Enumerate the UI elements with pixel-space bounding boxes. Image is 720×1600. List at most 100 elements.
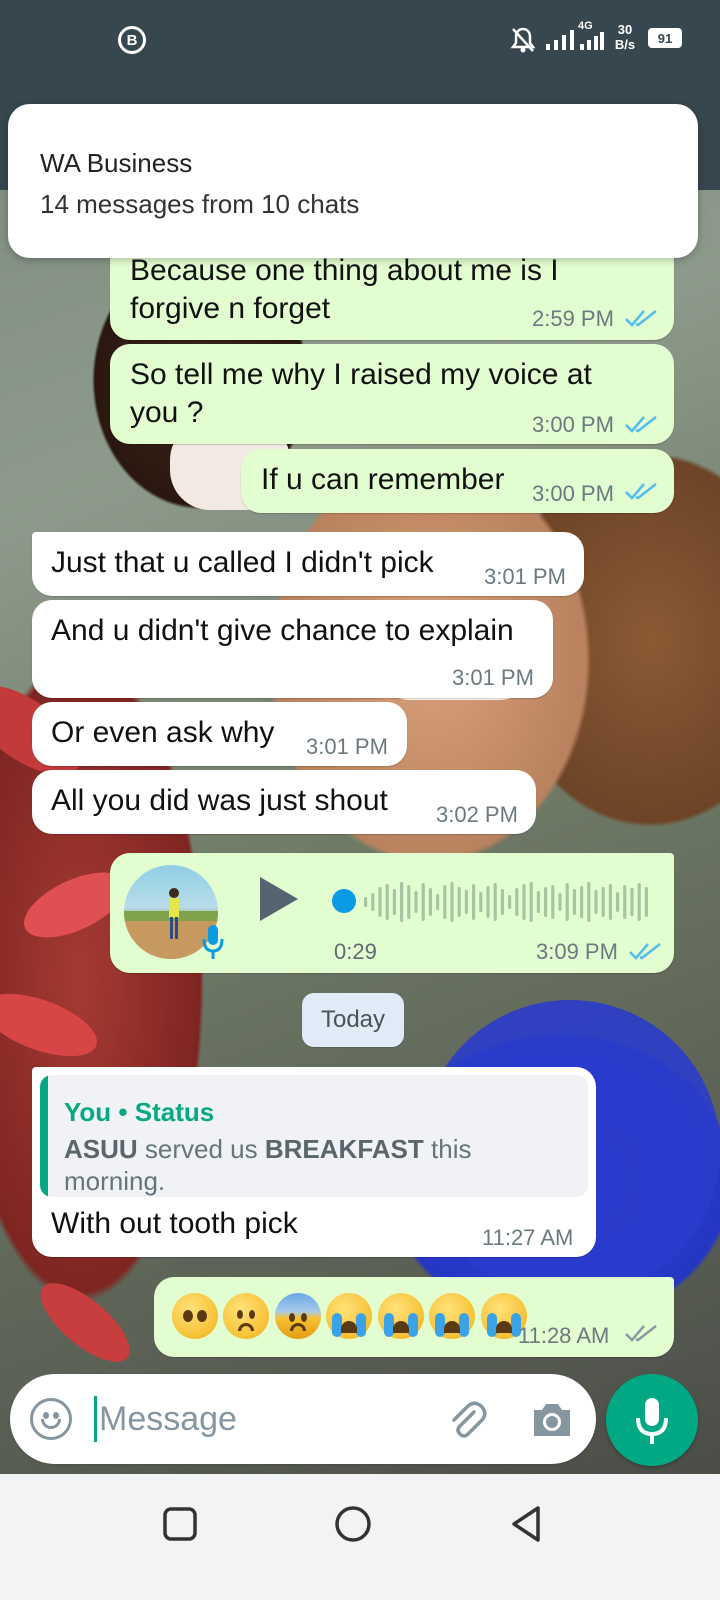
message-composer — [10, 1374, 596, 1464]
waveform-bar — [551, 885, 555, 919]
sad-face-emoji — [223, 1293, 270, 1339]
message-bubble-in[interactable]: Or even ask why 3:01 PM — [32, 702, 407, 766]
waveform-bar — [572, 889, 576, 915]
waveform-bar — [400, 882, 404, 922]
date-divider: Today — [302, 993, 404, 1047]
read-ticks-icon — [629, 943, 661, 960]
message-text: With out tooth pick — [51, 1207, 298, 1240]
quoted-status[interactable]: You • Status ASUU served us BREAKFAST th… — [40, 1075, 588, 1197]
waveform-bar — [508, 895, 512, 909]
notification-body: 14 messages from 10 chats — [40, 189, 360, 219]
quote-text: ASUU served us BREAKFAST this morning. — [64, 1134, 472, 1196]
mic-icon — [636, 1398, 668, 1444]
waveform-bar — [457, 887, 461, 917]
message-time: 3:00 PM — [532, 481, 614, 506]
battery-indicator: 91 — [648, 28, 682, 48]
recent-apps-icon[interactable] — [160, 1504, 200, 1544]
waveform-bar — [472, 884, 476, 920]
anxious-sweat-face-emoji — [274, 1293, 321, 1339]
waveform-bar — [378, 887, 382, 917]
notification-banner[interactable]: WA Business 14 messages from 10 chats — [8, 104, 698, 258]
mic-icon — [202, 925, 224, 959]
waveform-bar — [414, 891, 418, 913]
waveform-bar — [558, 893, 562, 911]
playback-scrubber[interactable] — [332, 889, 356, 913]
waveform-bar — [536, 891, 540, 913]
waveform-bar — [385, 884, 389, 920]
waveform-bar — [529, 882, 533, 922]
crying-face-emoji — [326, 1293, 373, 1339]
waveform-bar — [364, 897, 368, 907]
play-icon[interactable] — [260, 877, 298, 921]
voice-note-duration: 0:29 — [334, 939, 377, 964]
waveform-bar — [580, 886, 584, 918]
message-time: 11:28 AM — [518, 1323, 610, 1348]
crying-face-emoji — [377, 1293, 424, 1339]
waveform-bar — [594, 890, 598, 914]
quote-header: You • Status — [64, 1097, 215, 1127]
waveform-bar — [500, 889, 504, 915]
business-badge-icon: B — [118, 26, 146, 54]
waveform-bar — [522, 884, 526, 920]
message-text: Because one thing about me is I forgive … — [130, 254, 559, 325]
waveform-bar — [493, 883, 497, 921]
signal-icon-2 — [580, 32, 604, 50]
emoji-message-bubble[interactable]: 11:28 AM — [154, 1277, 674, 1357]
waveform-bar — [515, 888, 519, 916]
read-ticks-icon — [625, 483, 657, 500]
waveform-bar — [407, 885, 411, 919]
message-text: Just that u called I didn't pick — [51, 546, 434, 579]
home-icon[interactable] — [333, 1504, 373, 1544]
message-text: If u can remember — [261, 463, 505, 496]
waveform-bar — [630, 888, 634, 916]
waveform-bar — [544, 887, 548, 917]
message-input[interactable] — [94, 1396, 424, 1442]
message-time: 3:01 PM — [484, 564, 566, 589]
pleading-face-emoji — [172, 1293, 218, 1339]
waveform-bar — [565, 883, 569, 921]
message-time: 3:02 PM — [436, 802, 518, 827]
attachment-icon[interactable] — [444, 1398, 488, 1442]
emoji-icon[interactable] — [30, 1398, 72, 1440]
waveform — [364, 882, 648, 922]
message-bubble-in[interactable]: And u didn't give chance to explain 3:01… — [32, 600, 553, 698]
quote-accent-bar — [40, 1075, 48, 1197]
back-icon[interactable] — [506, 1504, 546, 1544]
waveform-bar — [601, 887, 605, 917]
message-time: 3:01 PM — [306, 734, 388, 759]
message-text: All you did was just shout — [51, 784, 388, 817]
read-ticks-icon — [625, 310, 657, 327]
waveform-bar — [644, 887, 648, 917]
status-reply-bubble[interactable]: You • Status ASUU served us BREAKFAST th… — [32, 1067, 596, 1257]
mute-bell-icon — [510, 27, 536, 53]
read-ticks-icon — [625, 416, 657, 433]
message-bubble-out[interactable]: So tell me why I raised my voice at you … — [110, 344, 674, 444]
system-nav-bar — [0, 1474, 720, 1600]
message-time: 3:09 PM — [536, 939, 618, 964]
voice-record-button[interactable] — [606, 1374, 698, 1466]
message-time: 11:27 AM — [482, 1225, 574, 1250]
message-bubble-in[interactable]: All you did was just shout 3:02 PM — [32, 770, 536, 834]
network-speed: 30 B/s — [614, 22, 636, 52]
waveform-bar — [623, 885, 627, 919]
waveform-bar — [608, 884, 612, 920]
message-bubble-in[interactable]: Just that u called I didn't pick 3:01 PM — [32, 532, 584, 596]
waveform-bar — [479, 892, 483, 912]
camera-icon[interactable] — [530, 1400, 574, 1440]
waveform-bar — [450, 882, 454, 922]
waveform-bar — [436, 894, 440, 910]
waveform-bar — [616, 892, 620, 912]
notification-title: WA Business — [40, 148, 193, 178]
waveform-bar — [637, 883, 641, 921]
message-text: And u didn't give chance to explain — [51, 614, 514, 647]
voice-note-bubble[interactable]: 0:29 3:09 PM — [110, 853, 674, 973]
waveform-bar — [486, 886, 490, 918]
message-time: 3:00 PM — [532, 412, 614, 437]
waveform-bar — [587, 882, 591, 922]
message-bubble-out[interactable]: If u can remember 3:00 PM — [241, 449, 674, 513]
waveform-bar — [371, 893, 375, 911]
crying-face-emoji — [429, 1293, 476, 1339]
signal-icon — [546, 30, 574, 50]
network-type: 4G — [578, 20, 593, 32]
waveform-bar — [421, 883, 425, 921]
